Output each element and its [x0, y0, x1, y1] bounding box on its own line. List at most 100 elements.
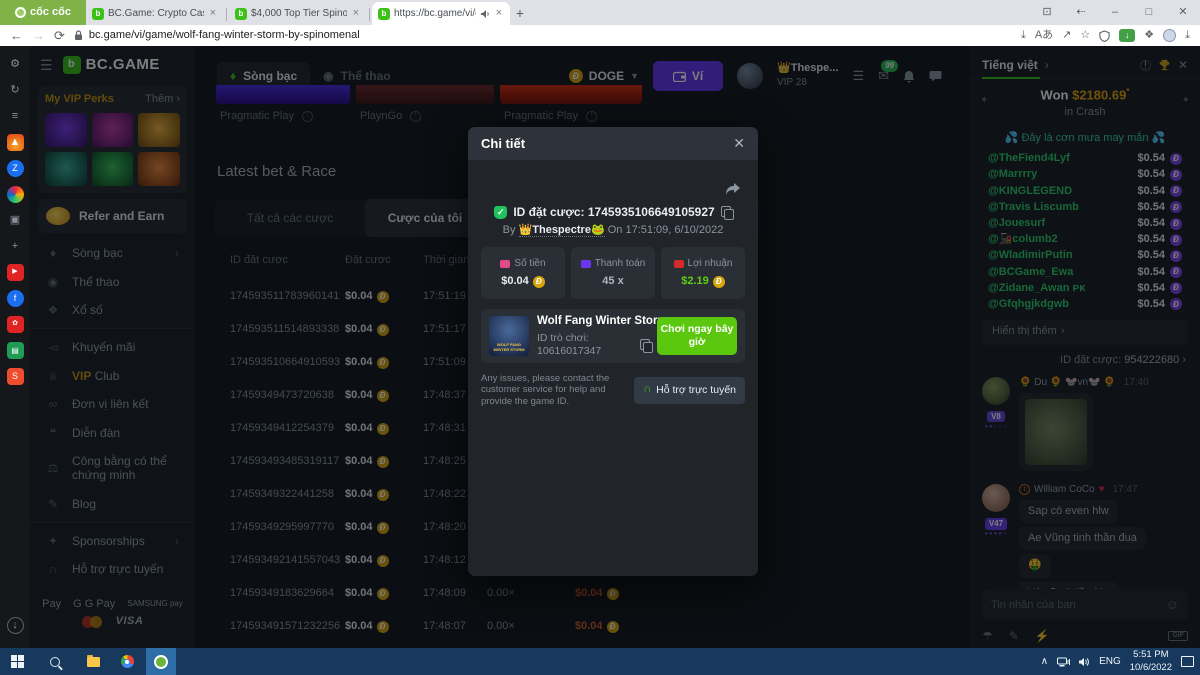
facebook-icon[interactable]: f: [7, 290, 24, 307]
volume-icon[interactable]: [1079, 657, 1090, 667]
tab-title: $4,000 Top Tier Spinomenal: [251, 8, 347, 20]
settings-gear-icon[interactable]: ⚙: [7, 56, 24, 73]
file-explorer-icon[interactable]: [78, 648, 108, 675]
tab-close-icon[interactable]: ×: [208, 7, 218, 20]
coccoc-menu-button[interactable]: cốc cốc: [0, 0, 86, 25]
bet-id-text: ID đặt cược: 1745935106649105927: [513, 205, 714, 219]
zalo-chat-icon[interactable]: Z: [7, 160, 24, 177]
coccoc-brand: cốc cốc: [30, 6, 71, 19]
tab-title: https://bc.game/vi/game: [394, 8, 476, 20]
url-text: bc.game/vi/game/wolf-fang-winter-storm-b…: [89, 29, 360, 42]
new-tab-button[interactable]: +: [510, 3, 530, 23]
coccoc-taskbar-icon-active[interactable]: [146, 648, 176, 675]
modal-close-icon[interactable]: ✕: [733, 135, 745, 152]
stat-payout: Thanh toán 45 x: [571, 247, 655, 299]
copy-icon[interactable]: [640, 339, 649, 351]
bet-id-row: ✓ ID đặt cược: 1745935106649105927: [468, 205, 758, 219]
browser-tab-2[interactable]: b $4,000 Top Tier Spinomenal ×: [229, 3, 367, 25]
close-button[interactable]: ✕: [1166, 6, 1200, 19]
amount-icon: [500, 260, 510, 268]
history-icon[interactable]: ↻: [7, 82, 24, 99]
strip-download-icon[interactable]: ↓: [7, 617, 24, 634]
back-icon[interactable]: ←: [10, 28, 23, 44]
game-thumbnail: WOLF FANG WINTER STORM: [489, 316, 529, 356]
back-to-app-icon[interactable]: ⇠: [1064, 6, 1098, 19]
tab-audio-icon[interactable]: [480, 9, 490, 19]
game-name: Wolf Fang Winter Storm: [537, 315, 649, 329]
add-shortcut-icon[interactable]: +: [7, 238, 24, 255]
coccoc-side-strip: ⚙ ↻ ≡ ▲ Z ▣ + ▶ f ✿ ▤ S ↓: [0, 46, 30, 648]
extensions-puzzle-icon[interactable]: ❖: [1144, 29, 1154, 42]
bet-stats: Số tiền $0.04Đ Thanh toán 45 x Lợi nhuận…: [481, 247, 745, 299]
support-note-row: Any issues, please contact the customer …: [481, 373, 745, 407]
profit-icon: [674, 260, 684, 268]
youtube-icon[interactable]: ▶: [7, 264, 24, 281]
headphones-icon: ∩: [643, 383, 651, 396]
tab-title: BC.Game: Crypto Casino Gan: [108, 8, 204, 20]
windows-taskbar: ∧ ENG 5:51 PM10/6/2022: [0, 648, 1200, 675]
page-viewport: ⚙ ↻ ≡ ▲ Z ▣ + ▶ f ✿ ▤ S ↓ ☰ b BC.GAME My…: [0, 46, 1200, 648]
themes-icon[interactable]: [7, 186, 24, 203]
minimize-button[interactable]: –: [1098, 6, 1132, 19]
tab-strip: cốc cốc b BC.Game: Crypto Casino Gan × b…: [0, 0, 1200, 25]
payout-card-icon: [581, 260, 591, 268]
taskbar-search-icon[interactable]: [40, 648, 70, 675]
share-icon[interactable]: ↗: [1062, 29, 1071, 42]
reading-list-icon[interactable]: ≡: [7, 108, 24, 125]
coccoc-logo-icon: [15, 7, 26, 18]
bookmark-star-icon[interactable]: ☆: [1080, 29, 1090, 42]
bet-author-row: By 👑Thespectre🐸 On 17:51:09, 6/10/2022: [468, 224, 758, 237]
tab-close-icon[interactable]: ×: [494, 7, 504, 20]
tab-search-icon[interactable]: ⊡: [1030, 6, 1064, 19]
url-field[interactable]: bc.game/vi/game/wolf-fang-winter-storm-b…: [74, 29, 1012, 42]
stat-amount: Số tiền $0.04Đ: [481, 247, 565, 299]
bet-datetime: 17:51:09, 6/10/2022: [625, 224, 723, 236]
send-to-device-icon[interactable]: ⤓: [1021, 29, 1026, 42]
verified-shield-icon: ✓: [494, 206, 507, 219]
profile-avatar-icon[interactable]: [1163, 29, 1176, 42]
browser-chrome: cốc cốc b BC.Game: Crypto Casino Gan × b…: [0, 0, 1200, 46]
address-bar: ← → ⟳ bc.game/vi/game/wolf-fang-winter-s…: [0, 25, 1200, 46]
taskbar-tray: ∧ ENG 5:51 PM10/6/2022: [1041, 649, 1200, 674]
address-bar-icons: ⤓ Aあ ↗ ☆ ↓ ❖ ⤓: [1021, 29, 1190, 42]
bcgame-favicon: b: [235, 8, 247, 20]
bet-author-name[interactable]: 👑Thespectre🐸: [519, 224, 605, 237]
bcgame-favicon: b: [378, 8, 390, 20]
forward-icon[interactable]: →: [32, 28, 45, 44]
pocket-icon[interactable]: ✿: [7, 316, 24, 333]
doge-coin-icon: Đ: [713, 276, 725, 288]
games-gamepad-icon[interactable]: ▣: [7, 212, 24, 229]
browser-tab-1[interactable]: b BC.Game: Crypto Casino Gan ×: [86, 3, 224, 25]
play-now-button[interactable]: Chơi ngay bây giờ: [657, 317, 737, 355]
maximize-button[interactable]: □: [1132, 6, 1166, 19]
translate-icon[interactable]: Aあ: [1035, 29, 1053, 42]
start-button[interactable]: [2, 648, 32, 675]
taskbar-clock[interactable]: 5:51 PM10/6/2022: [1130, 649, 1172, 674]
sheets-icon[interactable]: ▤: [7, 342, 24, 359]
live-support-button[interactable]: ∩ Hỗ trợ trực tuyến: [634, 377, 745, 404]
copy-icon[interactable]: [721, 206, 732, 218]
network-icon[interactable]: [1057, 657, 1070, 667]
action-center-icon[interactable]: [1181, 656, 1194, 667]
game-id: ID trò chơi: 10616017347: [537, 332, 635, 357]
downloads-tray-icon[interactable]: ⤓: [1185, 29, 1190, 42]
modal-header: Chi tiết ✕: [468, 127, 758, 160]
bcgame-favicon: b: [92, 8, 104, 20]
shopee-icon[interactable]: S: [7, 368, 24, 385]
game-card: WOLF FANG WINTER STORM Wolf Fang Winter …: [481, 309, 745, 363]
hidden-icons-chevron[interactable]: ∧: [1041, 656, 1048, 668]
keyboard-language[interactable]: ENG: [1099, 656, 1121, 668]
reload-icon[interactable]: ⟳: [54, 28, 65, 44]
support-note: Any issues, please contact the customer …: [481, 373, 626, 407]
download-active-icon[interactable]: ↓: [1119, 29, 1135, 42]
tab-close-icon[interactable]: ×: [351, 7, 361, 20]
browser-tab-3-active[interactable]: b https://bc.game/vi/game ×: [372, 2, 510, 25]
hot-trends-icon[interactable]: ▲: [7, 134, 24, 151]
chrome-taskbar-icon[interactable]: [112, 648, 142, 675]
lock-icon: [74, 30, 83, 41]
adblock-shield-icon[interactable]: [1099, 30, 1110, 42]
doge-coin-icon: Đ: [533, 276, 545, 288]
stat-profit: Lợi nhuận $2.19Đ: [661, 247, 745, 299]
bet-details-modal: Chi tiết ✕ ✓ ID đặt cược: 17459351066491…: [468, 127, 758, 576]
share-icon[interactable]: [725, 183, 740, 196]
